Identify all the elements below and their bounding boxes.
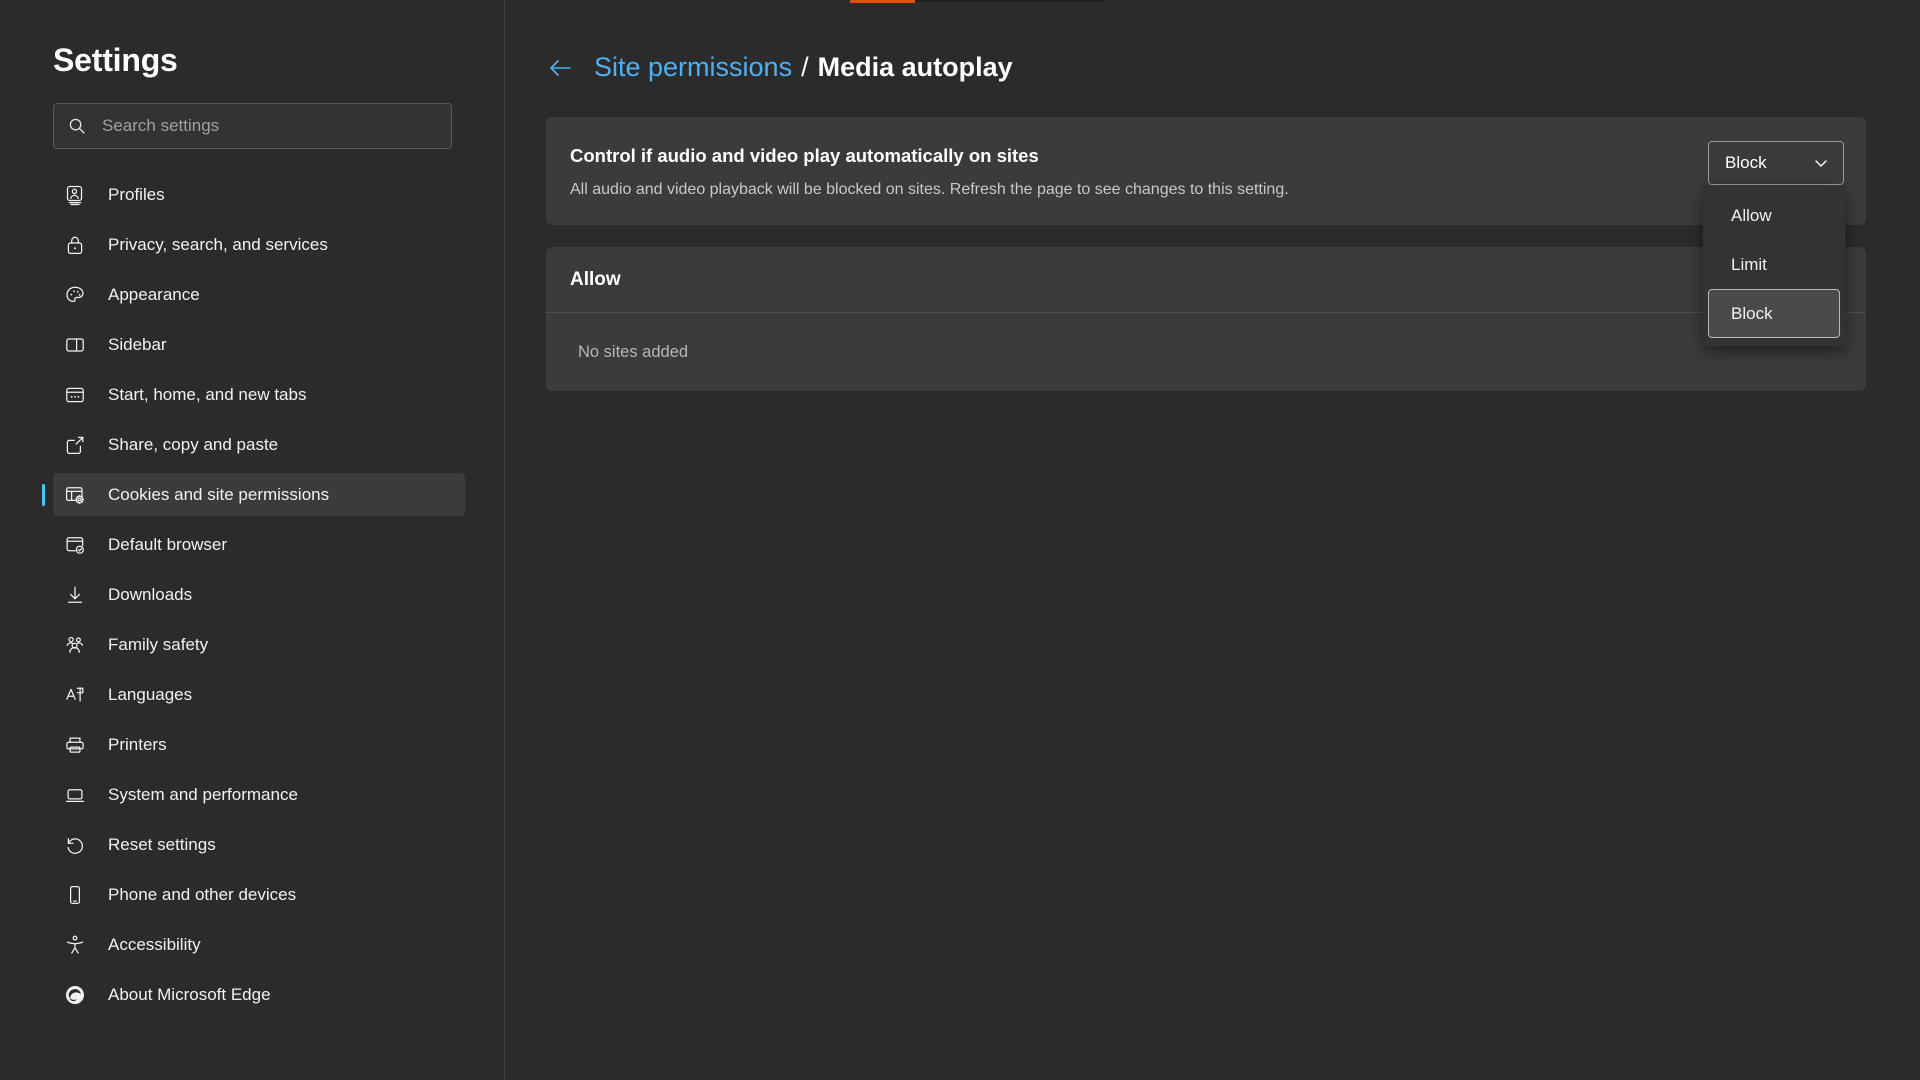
sidebar-item-profiles[interactable]: Profiles [53,173,465,216]
sidebar-item-label: About Microsoft Edge [108,984,271,1004]
cookies-permissions-icon [64,484,86,506]
breadcrumb-current: Media autoplay [817,52,1013,82]
sidebar-item-privacy-search-and-services[interactable]: Privacy, search, and services [53,223,465,266]
sidebar-item-appearance[interactable]: Appearance [53,273,465,316]
sidebar-item-label: Privacy, search, and services [108,234,328,254]
sidebar-item-default-browser[interactable]: Default browser [53,523,465,566]
reset-arrow-icon [64,834,86,856]
page-title: Settings [53,42,178,78]
family-people-icon [64,634,86,656]
back-arrow-icon[interactable] [546,54,574,82]
sidebar-item-label: Cookies and site permissions [108,484,330,504]
autoplay-dropdown-value: Block [1725,153,1767,172]
palette-icon [64,284,86,306]
sidebar-item-start-home-and-new-tabs[interactable]: Start, home, and new tabs [53,373,465,416]
sidebar-item-label: Accessibility [108,934,201,954]
autoplay-dropdown-button[interactable]: Block [1708,141,1844,185]
search-settings-box[interactable] [53,103,452,149]
edge-logo-icon [64,984,86,1006]
sidebar-item-label: Start, home, and new tabs [108,384,307,404]
sidebar-item-languages[interactable]: Languages [53,673,465,716]
sidebar-item-reset-settings[interactable]: Reset settings [53,823,465,866]
selected-indicator [42,483,45,506]
printer-icon [64,734,86,756]
breadcrumb: Site permissions / Media autoplay [546,52,1920,83]
window-dots-icon [64,384,86,406]
sidebar-item-label: Share, copy and paste [108,434,279,454]
main-content: Site permissions / Media autoplay Contro… [505,0,1920,1080]
settings-sidebar: Settings Profiles Privacy, search, and se… [0,0,505,1080]
breadcrumb-separator: / [801,52,809,82]
dropdown-option-limit[interactable]: Limit [1708,240,1840,289]
languages-icon [64,684,86,706]
page-load-progress-bar [850,0,915,3]
allow-sites-card: Allow No sites added [546,247,1866,391]
sidebar-item-label: Sidebar [108,334,167,354]
share-icon [64,434,86,456]
allow-empty-message: No sites added [578,342,689,361]
sidebar-panel-icon [64,334,86,356]
progress-track [915,0,1105,2]
sidebar-item-label: Family safety [108,634,209,654]
allow-card-header: Allow [546,247,1866,313]
sidebar-item-printers[interactable]: Printers [53,723,465,766]
autoplay-control-slot: Block Allow Limit Block [1703,141,1845,346]
laptop-icon [64,784,86,806]
default-browser-check-icon [64,534,86,556]
dropdown-option-block[interactable]: Block [1708,289,1840,338]
sidebar-item-family-safety[interactable]: Family safety [53,623,465,666]
sidebar-item-label: Downloads [108,584,193,604]
sidebar-item-phone-and-other-devices[interactable]: Phone and other devices [53,873,465,916]
autoplay-setting-title: Control if audio and video play automati… [570,145,1039,166]
sidebar-item-label: System and performance [108,784,298,804]
allow-card-title: Allow [570,268,621,290]
settings-nav-list: Profiles Privacy, search, and services App… [0,173,505,1016]
sidebar-item-label: Printers [108,734,167,754]
autoplay-text-block: Control if audio and video play automati… [570,141,1688,199]
autoplay-dropdown-menu[interactable]: Allow Limit Block [1703,185,1845,346]
sidebar-item-about-microsoft-edge[interactable]: About Microsoft Edge [53,973,465,1016]
chevron-down-icon [1813,155,1829,171]
dropdown-option-allow[interactable]: Allow [1708,191,1840,240]
sidebar-item-label: Languages [108,684,193,704]
sidebar-item-sidebar[interactable]: Sidebar [53,323,465,366]
sidebar-item-label: Reset settings [108,834,216,854]
sidebar-item-accessibility[interactable]: Accessibility [53,923,465,966]
sidebar-item-label: Appearance [108,284,200,304]
download-arrow-icon [64,584,86,606]
lock-icon [64,234,86,256]
settings-page: Settings Profiles Privacy, search, and se… [0,0,1920,1080]
phone-icon [64,884,86,906]
sidebar-item-label: Phone and other devices [108,884,297,904]
sidebar-item-downloads[interactable]: Downloads [53,573,465,616]
breadcrumb-parent-link[interactable]: Site permissions [594,52,792,83]
sidebar-item-label: Profiles [108,184,165,204]
sidebar-item-share-copy-and-paste[interactable]: Share, copy and paste [53,423,465,466]
sidebar-item-label: Default browser [108,534,228,554]
sidebar-item-system-and-performance[interactable]: System and performance [53,773,465,816]
search-input[interactable] [102,116,437,136]
autoplay-setting-description: All audio and video playback will be blo… [570,181,1289,198]
sidebar-item-cookies-and-site-permissions[interactable]: Cookies and site permissions [42,473,465,516]
search-icon [68,117,86,135]
media-autoplay-card: Control if audio and video play automati… [546,117,1866,346]
profiles-icon [64,184,86,206]
allow-card-body: No sites added [546,313,1866,391]
accessibility-person-icon [64,934,86,956]
